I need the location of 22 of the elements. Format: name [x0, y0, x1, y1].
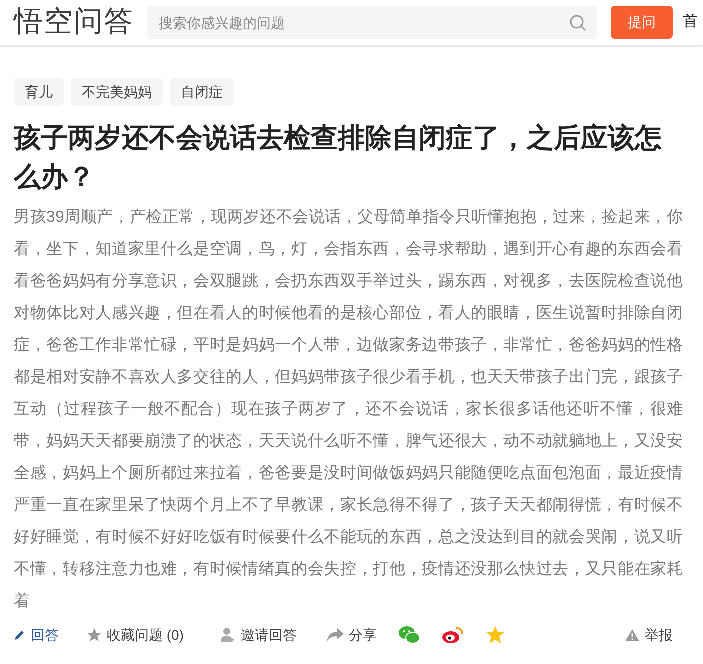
star-icon[interactable] — [486, 626, 505, 644]
tag[interactable]: 不完美妈妈 — [71, 78, 163, 106]
search-icon[interactable] — [569, 14, 587, 32]
tag[interactable]: 育儿 — [14, 78, 64, 106]
share-link[interactable]: 分享 — [327, 624, 377, 646]
question-description: 男孩39周顺产，产检正常，现两岁还不会说话，父母简单指令只听懂抱抱，过来，捡起来，你看，坐下，知道家里什么是空调，鸟，灯，会指东西，会寻求帮助，遇到开心有趣的东西会看看爸爸妈妈有分享意识，会双腿跳，会扔东西双手举过头，踢东西，对视多，去医院检查说他对物体比对人感兴趣，但在看人的时候他看的是核心部位，看人的眼睛，医生说暂时排除自闭症，爸爸工作非常忙碌，平时是妈妈一个人带，边做家务边带孩子，非常忙，爸爸妈妈的性格都是相对安静不喜欢人多交往的人，但妈妈带孩子很少看手机，也天天带孩子出门完，跟孩子互动（过程孩子一般不配合）现在孩子两岁了，还不会说话，家长很多话他还听不懂，很难带，妈妈天天都要崩溃了的状态，天天说什么听不懂，脾气还很大，动不动就躺地上，又没安全感，妈妈上个厕所都过来拉着，爸爸要是没时间做饭妈妈只能随便吃点面包泡面，最近疫情严重一直在家里呆了快两个月上不了早教课，家长急得不得了，孩子天天都闹得慌，有时候不好好睡觉，有时候不好好吃饭有时候要什么不能玩的东西，总之没达到目的就会哭闹，说又听不懂，转移注意力也难，有时候情绪真的会失控，打他，疫情还没那么快过去，又只能在家耗着 — [14, 208, 683, 612]
question-title: 孩子两岁还不会说话去检查排除自闭症了，之后应该怎么办？ — [14, 122, 663, 194]
collect-link[interactable]: 收藏问题 (0) — [87, 624, 184, 646]
tag[interactable]: 自闭症 — [170, 78, 234, 106]
weibo-icon[interactable] — [442, 626, 464, 644]
wechat-icon[interactable] — [399, 626, 420, 644]
invite-link[interactable]: 邀请回答 — [220, 624, 297, 646]
star-icon — [87, 628, 102, 642]
pencil-icon — [14, 629, 26, 641]
answer-link[interactable]: 回答 — [14, 624, 59, 646]
nav-link[interactable]: 首 — [683, 11, 698, 34]
share-icon — [327, 628, 344, 642]
person-add-icon — [220, 627, 236, 643]
report-link[interactable]: 举报 — [625, 624, 673, 646]
logo[interactable]: 悟空问答 — [14, 8, 134, 37]
warning-icon — [625, 628, 640, 642]
search-field[interactable]: 搜索你感兴趣的问题 — [147, 6, 597, 39]
